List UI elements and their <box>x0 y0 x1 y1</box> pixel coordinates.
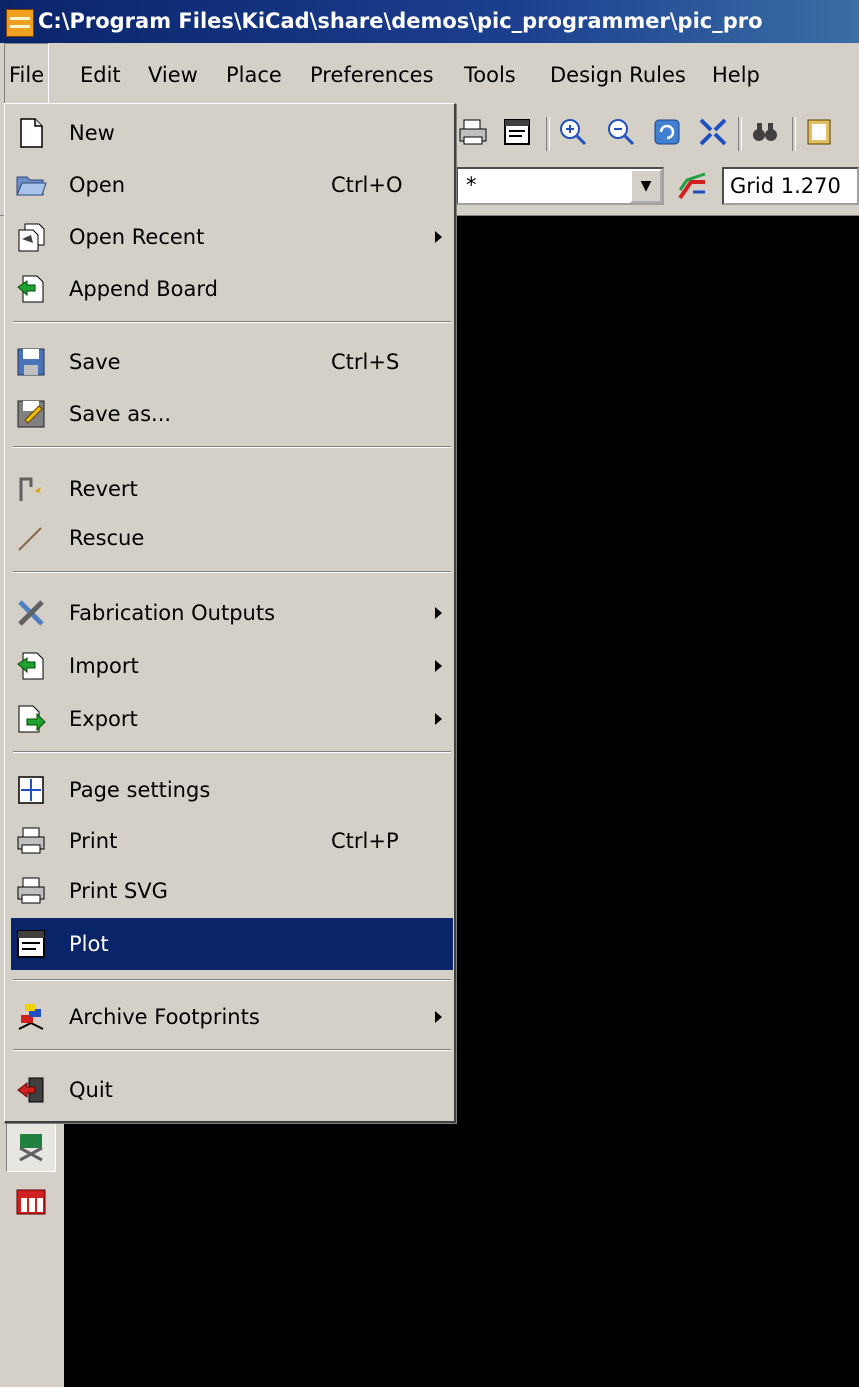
zoom-in-icon[interactable] <box>556 115 590 149</box>
menu-item-export[interactable]: Export <box>11 695 453 743</box>
quit-icon <box>17 1077 44 1103</box>
save-icon <box>17 348 45 376</box>
submenu-arrow-icon <box>435 1011 442 1023</box>
menu-item-save[interactable]: Save Ctrl+S <box>11 338 453 386</box>
submenu-arrow-icon <box>435 231 442 243</box>
menu-preferences[interactable]: Preferences <box>310 43 434 107</box>
append-board-icon <box>17 275 44 303</box>
grid-select[interactable]: Grid 1.270 <box>722 167 859 205</box>
open-recent-icon <box>18 223 45 252</box>
find-icon[interactable] <box>748 115 782 149</box>
menu-item-print[interactable]: Print Ctrl+P <box>11 817 453 865</box>
menu-item-plot[interactable]: Plot <box>11 918 453 970</box>
submenu-arrow-icon <box>435 607 442 619</box>
title-bar: C:\Program Files\KiCad\share\demos\pic_p… <box>0 0 859 43</box>
menu-item-open[interactable]: Open Ctrl+O <box>11 161 453 209</box>
layer-select-value: * <box>466 173 477 197</box>
dropdown-arrow-icon[interactable]: ▼ <box>630 169 662 203</box>
menu-item-quit[interactable]: Quit <box>11 1066 453 1114</box>
menu-item-import[interactable]: Import <box>11 642 453 690</box>
footprint-mode-icon[interactable] <box>6 1122 56 1172</box>
microwave-tools-icon[interactable] <box>6 1176 56 1226</box>
menu-item-save-as[interactable]: Save as... <box>11 390 453 438</box>
printer-svg-icon <box>17 877 45 904</box>
menu-separator <box>13 1049 451 1051</box>
menu-view[interactable]: View <box>148 43 198 107</box>
plot-icon <box>17 930 45 958</box>
zoom-fit-icon[interactable] <box>696 115 730 149</box>
submenu-arrow-icon <box>435 660 442 672</box>
plot-icon[interactable] <box>500 115 534 149</box>
new-document-icon <box>20 118 43 148</box>
menu-bar: File Edit View Place Preferences Tools D… <box>0 43 859 109</box>
save-as-icon <box>17 400 45 428</box>
menu-item-revert[interactable]: Revert <box>11 465 453 513</box>
menu-edit[interactable]: Edit <box>80 43 121 107</box>
menu-separator <box>13 321 451 323</box>
netlist-icon[interactable] <box>802 115 836 149</box>
menu-tools[interactable]: Tools <box>464 43 516 107</box>
page-settings-icon <box>18 776 44 804</box>
fabrication-tools-icon <box>18 600 44 626</box>
menu-separator <box>13 751 451 753</box>
menu-item-archive-footprints[interactable]: Archive Footprints <box>11 993 453 1041</box>
menu-item-page-settings[interactable]: Page settings <box>11 766 453 814</box>
menu-design-rules[interactable]: Design Rules <box>550 43 686 107</box>
print-icon[interactable] <box>456 115 490 149</box>
revert-icon <box>19 477 41 501</box>
menu-item-append-board[interactable]: Append Board <box>11 265 453 313</box>
redraw-icon[interactable] <box>650 115 684 149</box>
zoom-out-icon[interactable] <box>604 115 638 149</box>
file-menu: New Open Ctrl+O Open Recent Append Board… <box>4 103 456 1123</box>
track-width-icon[interactable] <box>676 169 710 203</box>
archive-footprints-icon <box>18 1004 44 1030</box>
export-icon <box>18 705 46 733</box>
window-title: C:\Program Files\KiCad\share\demos\pic_p… <box>38 9 763 33</box>
menu-item-new[interactable]: New <box>11 109 453 157</box>
menu-separator <box>13 446 451 448</box>
menu-item-fabrication-outputs[interactable]: Fabrication Outputs <box>11 589 453 637</box>
menu-item-print-svg[interactable]: Print SVG <box>11 867 453 915</box>
submenu-arrow-icon <box>435 713 442 725</box>
menu-help[interactable]: Help <box>712 43 760 107</box>
kicad-app-icon[interactable] <box>6 9 34 37</box>
menu-item-open-recent[interactable]: Open Recent <box>11 213 453 261</box>
menu-place[interactable]: Place <box>226 43 282 107</box>
import-icon <box>17 652 44 680</box>
menu-item-rescue[interactable]: Rescue <box>11 514 453 562</box>
open-folder-icon <box>16 176 47 196</box>
menu-separator <box>13 979 451 981</box>
menu-separator <box>13 571 451 573</box>
rescue-icon <box>18 527 42 551</box>
menu-file[interactable]: File <box>4 43 50 109</box>
printer-icon <box>17 827 45 854</box>
layer-select[interactable]: * ▼ <box>456 167 664 205</box>
